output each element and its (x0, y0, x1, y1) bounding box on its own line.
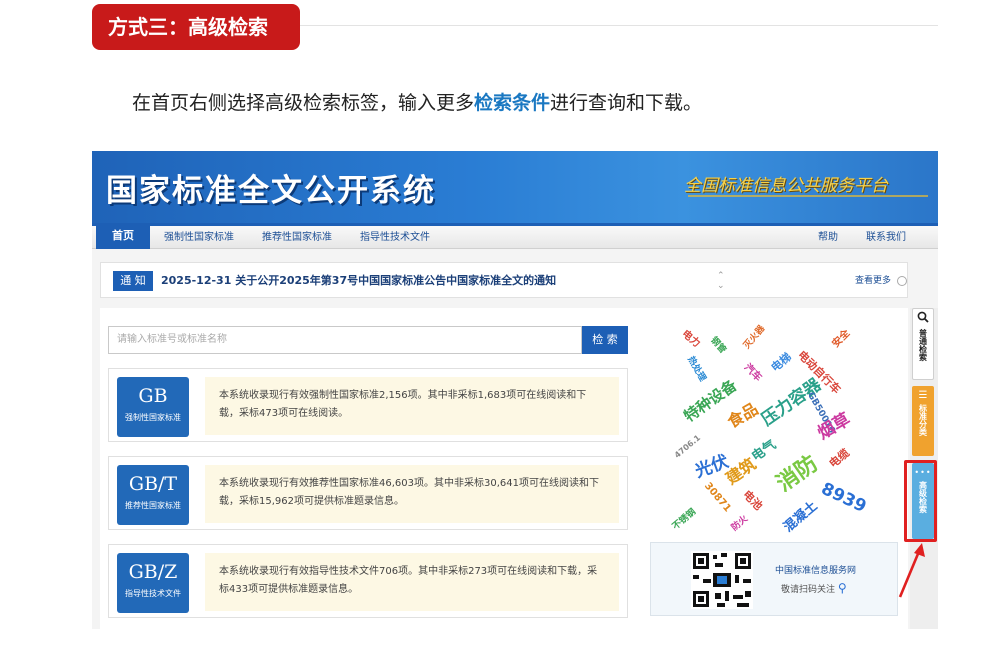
site-banner: 国家标准全文公开系统 全国标准信息公共服务平台 (92, 151, 938, 223)
card-description: 本系统收录现行有效强制性国家标准2,156项。其中非采标1,683项可在线阅读和… (205, 377, 619, 435)
notice-more-link[interactable]: 查看更多 (855, 263, 891, 299)
keyword-tag[interactable]: 消防 (769, 446, 823, 497)
keyword-tag[interactable]: 电缆 (825, 445, 852, 471)
card-code: GB/T (128, 473, 178, 495)
nav-home[interactable]: 首页 (96, 223, 150, 249)
search-icon (917, 311, 929, 323)
card-description: 本系统收录现行有效指导性技术文件706项。其中非采标273项可在线阅读和下载，采… (205, 553, 619, 611)
keyword-tag[interactable]: 钢管 (708, 333, 730, 355)
nav-guidance-documents[interactable]: 指导性技术文件 (360, 226, 430, 249)
card-code: GB/Z (128, 561, 178, 583)
nav-help[interactable]: 帮助 (818, 226, 838, 249)
section-title-badge: 方式三：高级检索 (92, 4, 300, 50)
notice-tag: 通 知 (113, 271, 153, 291)
card-name: 强制性国家标准 (125, 413, 181, 422)
card-description: 本系统收录现行有效推荐性国家标准46,603项。其中非采标30,641项可在线阅… (205, 465, 619, 523)
magnifier-icon: ⚲ (837, 581, 847, 595)
card-gb[interactable]: GB 强制性国家标准 本系统收录现行有效强制性国家标准2,156项。其中非采标1… (108, 368, 628, 442)
search-button[interactable]: 检 索 (582, 326, 628, 354)
tutorial-page: 方式三：高级检索 在首页右侧选择高级检索标签，输入更多检索条件进行查询和下载。 … (0, 0, 994, 659)
intro-paragraph: 在首页右侧选择高级检索标签，输入更多检索条件进行查询和下载。 (132, 88, 702, 115)
card-gbz[interactable]: GB/Z 指导性技术文件 本系统收录现行有效指导性技术文件706项。其中非采标2… (108, 544, 628, 618)
category-label: 标准分类 (918, 404, 928, 436)
card-gbt[interactable]: GB/T 推荐性国家标准 本系统收录现行有效推荐性国家标准46,603项。其中非… (108, 456, 628, 530)
card-logo[interactable]: GB 强制性国家标准 (117, 377, 189, 437)
clock-icon (897, 276, 907, 286)
keyword-tag[interactable]: 不锈钢 (669, 505, 698, 532)
nav-recommended-standards[interactable]: 推荐性国家标准 (262, 226, 332, 249)
qr-subtitle-text: 敬请扫码关注 (781, 585, 836, 595)
keyword-tag[interactable]: 电池 (740, 487, 767, 514)
section-divider (290, 25, 938, 26)
intro-highlight: 检索条件 (474, 92, 551, 114)
slogan-underline (688, 195, 928, 197)
site-title: 国家标准全文公开系统 (106, 173, 436, 209)
keyword-tag[interactable]: 防火 (728, 512, 750, 533)
normal-search-tab[interactable]: 普通检索 (912, 308, 934, 380)
search-input[interactable]: 请输入标准号或标准名称 (108, 326, 582, 354)
card-name: 指导性技术文件 (125, 589, 181, 598)
callout-arrow-icon (898, 543, 925, 598)
category-tab[interactable]: ☰ 标准分类 (912, 386, 934, 456)
keyword-tag[interactable]: 30871 (702, 481, 733, 515)
normal-search-label: 普通检索 (918, 329, 928, 361)
keyword-tag[interactable]: 汽车 (742, 359, 767, 384)
card-name: 推荐性国家标准 (125, 501, 181, 510)
advanced-search-highlight-box (904, 460, 937, 542)
keyword-tag[interactable]: 食品 (722, 396, 762, 433)
qr-panel: 中国标准信息服务网 敬请扫码关注 ⚲ (650, 542, 898, 616)
intro-text-after: 进行查询和下载。 (550, 92, 703, 114)
keyword-tag[interactable]: 电梯 (767, 349, 794, 375)
card-code: GB (138, 385, 168, 407)
notice-scroll-arrows-icon[interactable]: ⌃ ⌄ (717, 271, 725, 291)
site-slogan: 全国标准信息公共服务平台 (684, 176, 888, 196)
nav-contact[interactable]: 联系我们 (866, 226, 906, 249)
main-nav: 首页 强制性国家标准 推荐性国家标准 指导性技术文件 帮助 联系我们 (92, 223, 938, 249)
website-screenshot: 国家标准全文公开系统 全国标准信息公共服务平台 首页 强制性国家标准 推荐性国家… (92, 151, 938, 629)
card-logo[interactable]: GB/T 推荐性国家标准 (117, 465, 189, 525)
keyword-tag[interactable]: 混凝土 (778, 496, 821, 536)
card-logo[interactable]: GB/Z 指导性技术文件 (117, 553, 189, 613)
notice-bar: 通 知 2025-12-31 关于公开2025年第37号中国国家标准公告中国家标… (100, 262, 908, 298)
keyword-tag[interactable]: 热处理 (685, 354, 710, 383)
keyword-tag[interactable]: 电力 (680, 325, 705, 349)
keyword-tag[interactable]: 8939 (818, 479, 869, 517)
keyword-cloud: 电力 钢管 灭火器 安全 热处理 汽车 电梯 电动自行车 特种设备 食品 压力容… (640, 316, 900, 538)
keyword-tag[interactable]: 灭火器 (740, 322, 767, 351)
qr-title: 中国标准信息服务网 (775, 566, 857, 576)
list-icon: ☰ (918, 390, 928, 401)
intro-text-before: 在首页右侧选择高级检索标签，输入更多 (132, 92, 475, 114)
main-panel: 请输入标准号或标准名称 检 索 GB 强制性国家标准 本系统收录现行有效强制性国… (100, 308, 908, 629)
notice-link[interactable]: 2025-12-31 关于公开2025年第37号中国国家标准公告中国家标准全文的… (161, 263, 556, 299)
qr-subtitle: 敬请扫码关注 ⚲ (781, 581, 847, 595)
keyword-tag[interactable]: 安全 (828, 325, 852, 350)
nav-mandatory-standards[interactable]: 强制性国家标准 (164, 226, 234, 249)
qr-code-icon (691, 551, 753, 609)
